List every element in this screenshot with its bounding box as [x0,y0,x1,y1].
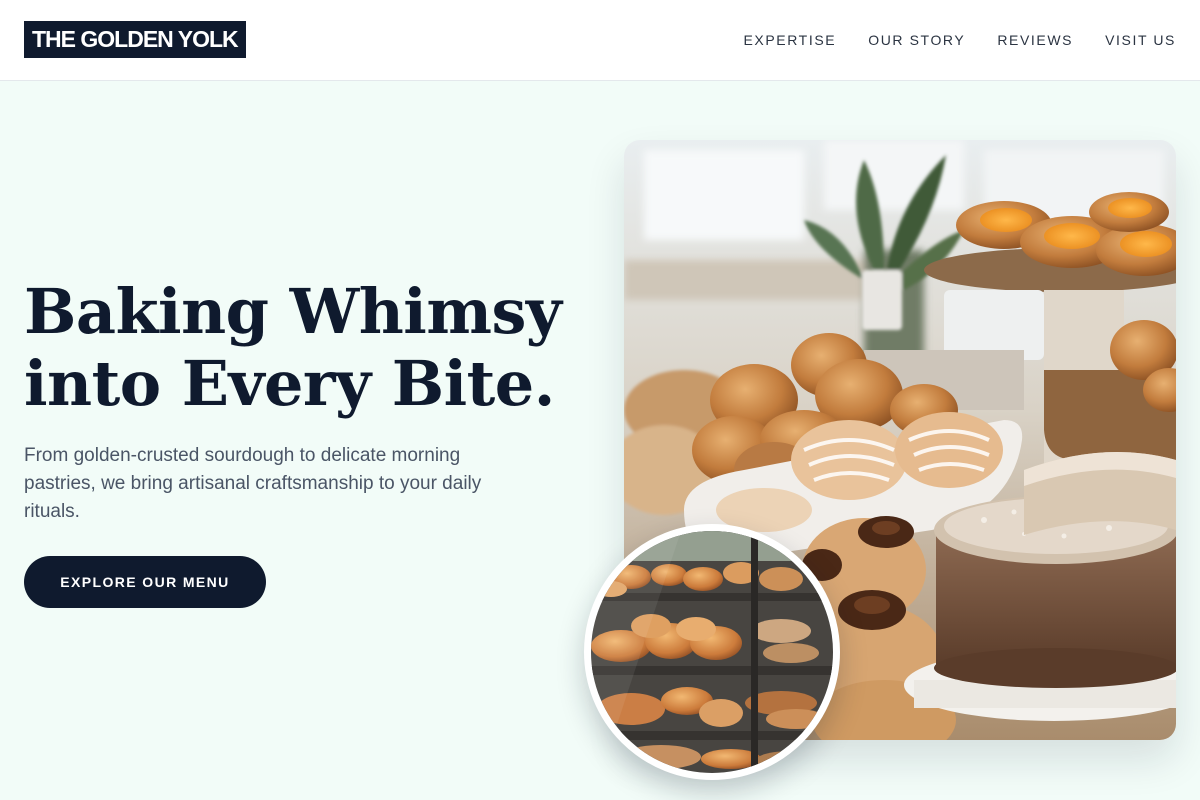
main-nav: EXPERTISE OUR STORY REVIEWS VISIT US [743,31,1176,49]
nav-link-our-story[interactable]: OUR STORY [868,31,965,49]
nav-link-visit-us[interactable]: VISIT US [1105,31,1176,49]
nav-link-expertise[interactable]: EXPERTISE [743,31,836,49]
hero-title-line-1: Baking Whimsy [24,275,562,348]
explore-menu-button[interactable]: EXPLORE OUR MENU [24,556,266,608]
hero-title: Baking Whimsy into Every Bite. [24,276,584,420]
hero-title-line-2: into Every Bite. [24,347,555,420]
site-header: THE GOLDEN YOLK EXPERTISE OUR STORY REVI… [0,0,1200,81]
hero-subtitle: From golden-crusted sourdough to delicat… [24,445,482,522]
brand-logo[interactable]: THE GOLDEN YOLK [24,21,246,58]
nav-link-reviews[interactable]: REVIEWS [997,31,1073,49]
pastry-display-case-photo [584,524,840,780]
